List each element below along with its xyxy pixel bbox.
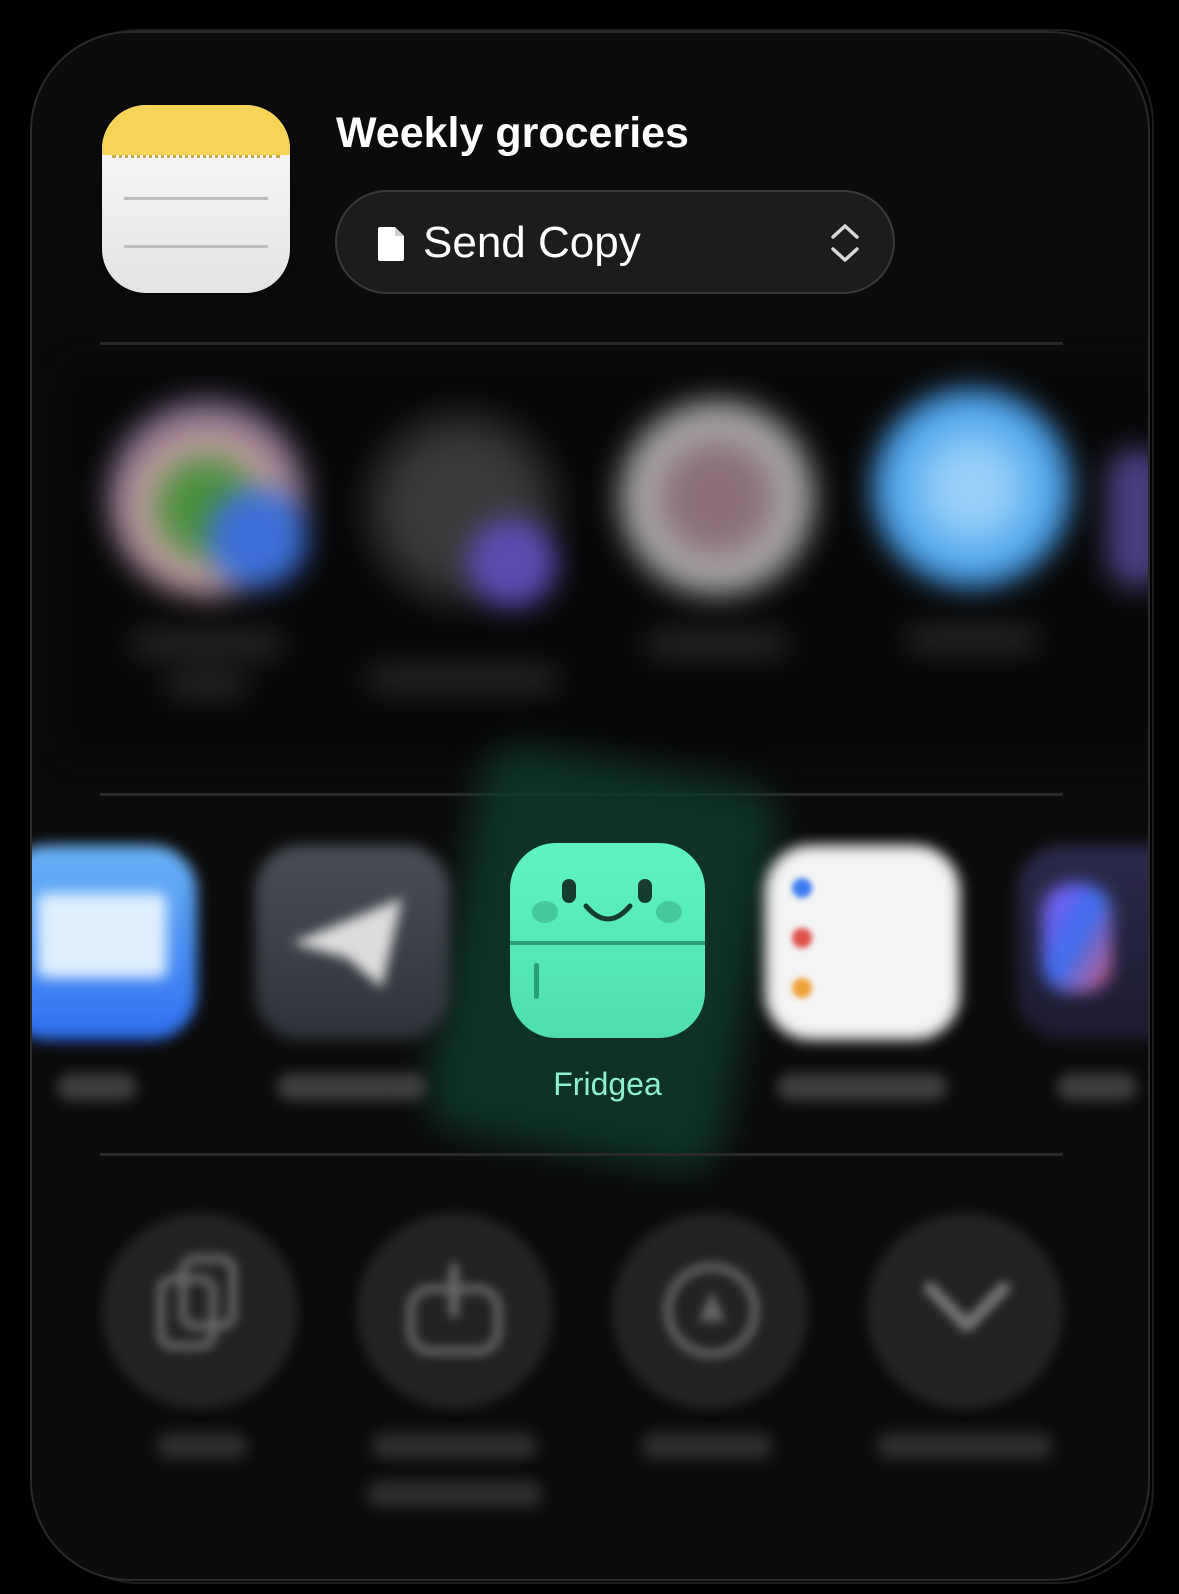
- markup-icon: [664, 1263, 759, 1358]
- divider: [100, 1153, 1063, 1156]
- share-sheet: Weekly groceries Send Copy Fridgea: [30, 31, 1150, 1581]
- share-mode-picker[interactable]: Send Copy: [335, 190, 895, 294]
- up-down-chevron-icon: [831, 224, 859, 262]
- share-mode-label: Send Copy: [423, 218, 641, 267]
- document-icon: [378, 227, 404, 261]
- copy-label: [157, 1433, 247, 1459]
- note-title: Weekly groceries: [336, 109, 689, 157]
- markup-label: [642, 1433, 772, 1459]
- app-label-telegram: [277, 1073, 427, 1101]
- person-avatar[interactable]: [872, 388, 1072, 588]
- export-markdown-label-line1: [372, 1433, 537, 1459]
- person-avatar[interactable]: [617, 398, 817, 598]
- app-label-reminders: [777, 1073, 947, 1101]
- copy-icon: [157, 1255, 237, 1355]
- fridgea-icon[interactable]: [510, 843, 705, 1038]
- export-icon: [407, 1263, 507, 1358]
- app-label-journal: [1057, 1073, 1137, 1101]
- notes-icon: [102, 105, 290, 293]
- export-markdown-label-line2: [367, 1481, 542, 1507]
- view-more-label: [877, 1433, 1052, 1459]
- app-label-mail: [57, 1073, 137, 1101]
- divider: [100, 342, 1063, 345]
- people-row: [67, 368, 1148, 753]
- app-label-fridgea: Fridgea: [553, 1066, 662, 1102]
- chevron-down-icon: [924, 1282, 1010, 1332]
